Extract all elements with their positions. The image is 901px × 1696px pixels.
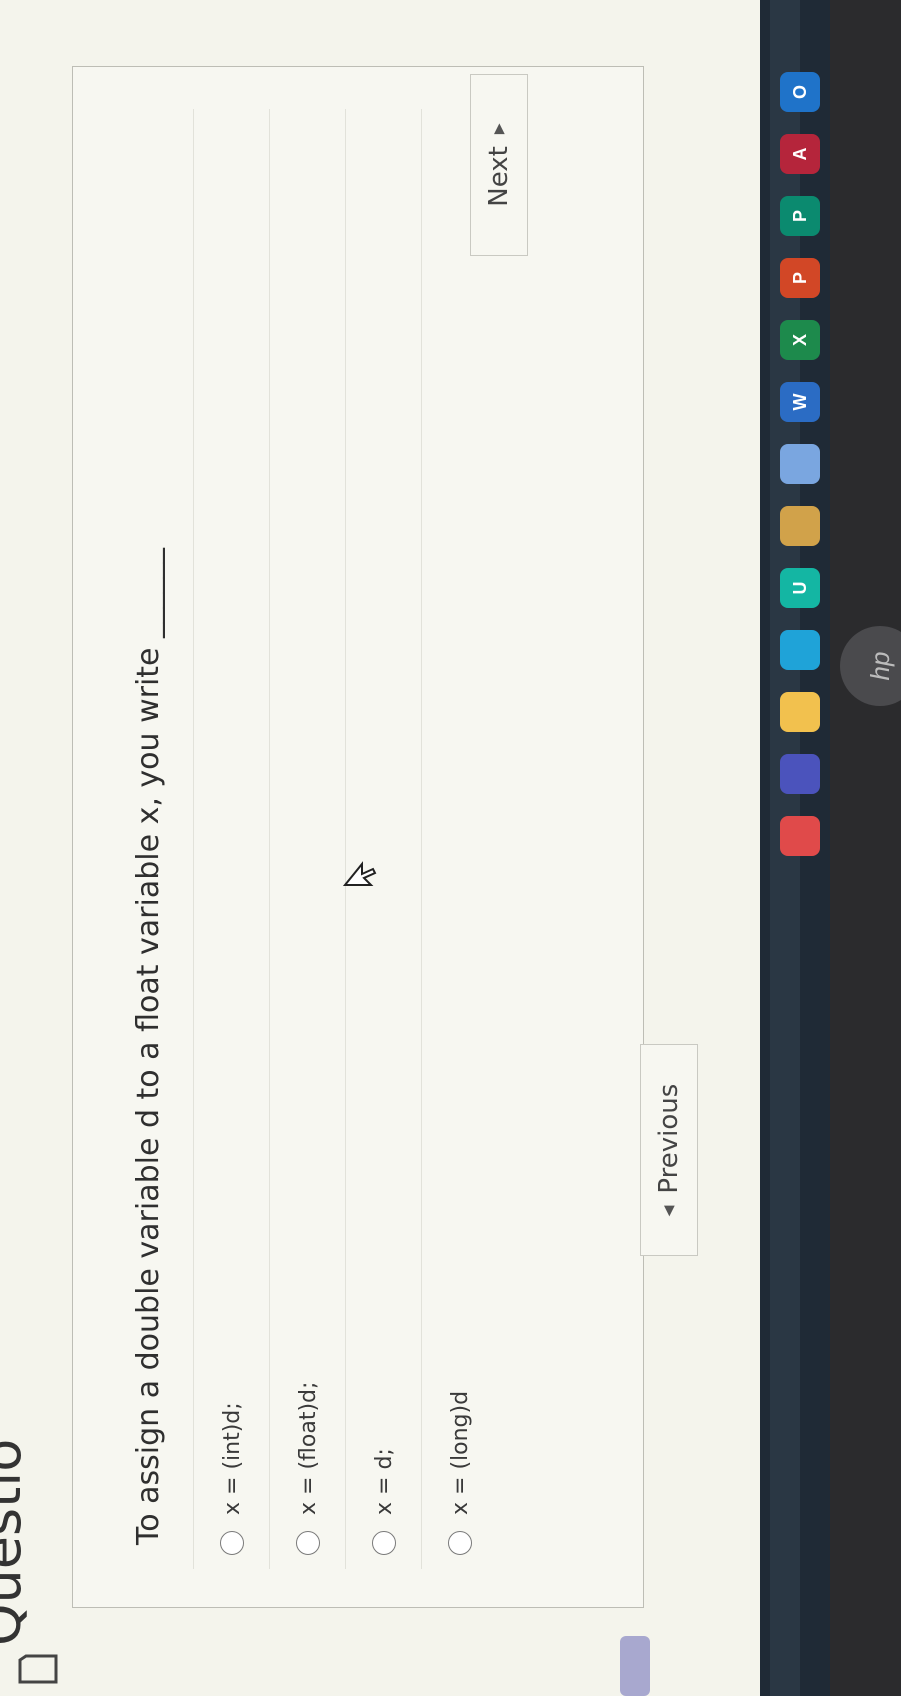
radio-button[interactable] xyxy=(372,1531,396,1555)
screen: Questio To assign a double variable d to… xyxy=(0,0,901,1696)
question-heading: Questio xyxy=(0,1438,33,1646)
mouse-pointer-icon xyxy=(343,861,377,886)
scroll-indicator xyxy=(620,1636,650,1696)
radio-button[interactable] xyxy=(220,1531,244,1555)
store-icon[interactable] xyxy=(780,816,820,856)
powerpoint-icon[interactable]: P xyxy=(780,258,820,298)
caret-right-icon: ▶ xyxy=(491,123,507,135)
file-explorer-icon[interactable] xyxy=(780,692,820,732)
answer-option[interactable]: x = (int)d; xyxy=(193,109,270,1569)
publisher-icon[interactable]: P xyxy=(780,196,820,236)
teams-icon[interactable] xyxy=(780,754,820,794)
question-text: To assign a double variable d to a float… xyxy=(131,547,166,1545)
app-icon[interactable] xyxy=(780,506,820,546)
caret-left-icon: ◀ xyxy=(661,1205,677,1217)
next-button[interactable]: Next ▶ xyxy=(470,74,528,256)
answer-label: x = (long)d xyxy=(447,1390,473,1515)
answer-label: x = (float)d; xyxy=(295,1381,321,1515)
uworld-icon[interactable]: U xyxy=(780,568,820,608)
answer-label: x = (int)d; xyxy=(219,1402,245,1515)
edge-icon[interactable] xyxy=(780,630,820,670)
photos-icon[interactable] xyxy=(780,444,820,484)
radio-button[interactable] xyxy=(296,1531,320,1555)
answer-option[interactable]: x = d; xyxy=(345,109,422,1569)
laptop-bezel xyxy=(830,0,901,1696)
word-icon[interactable]: W xyxy=(780,382,820,422)
next-label: Next xyxy=(484,146,514,207)
outlook-icon[interactable]: O xyxy=(780,72,820,112)
previous-label: Previous xyxy=(654,1083,684,1194)
flag-icon[interactable] xyxy=(14,1652,62,1686)
answer-option[interactable]: x = (float)d; xyxy=(269,109,346,1569)
radio-button[interactable] xyxy=(448,1531,472,1555)
access-icon[interactable]: A xyxy=(780,134,820,174)
excel-icon[interactable]: X xyxy=(780,320,820,360)
question-card: To assign a double variable d to a float… xyxy=(72,66,644,1608)
answer-label: x = d; xyxy=(371,1448,397,1515)
previous-button[interactable]: ◀ Previous xyxy=(640,1044,698,1256)
answer-option[interactable]: x = (long)d xyxy=(421,109,498,1569)
